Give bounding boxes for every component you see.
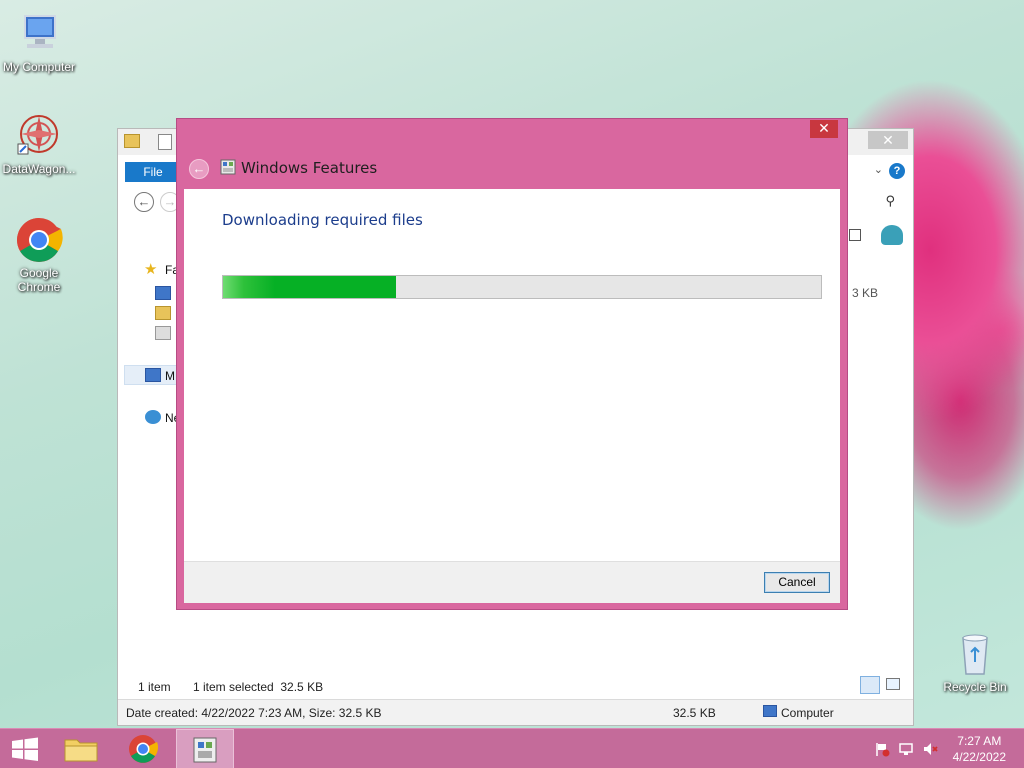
- desktop-icon-label: DataWagon...: [2, 162, 76, 176]
- ribbon-file-tab[interactable]: File: [125, 162, 181, 182]
- downloads-icon[interactable]: [155, 306, 171, 320]
- volume-muted-icon[interactable]: [922, 741, 938, 757]
- network-icon[interactable]: [898, 741, 914, 757]
- status-location: Computer: [781, 706, 834, 720]
- ribbon-expand-icon[interactable]: ⌄: [874, 163, 883, 176]
- properties-icon[interactable]: [158, 134, 172, 150]
- start-button[interactable]: [0, 729, 58, 768]
- datawagon-icon: [15, 112, 63, 160]
- explorer-status-bar: Date created: 4/22/2022 7:23 AM, Size: 3…: [118, 699, 913, 725]
- shell-icon: [881, 225, 903, 245]
- recycle-bin-icon: [951, 630, 999, 678]
- desktop-icon-my-computer[interactable]: My Computer: [0, 10, 78, 74]
- computer-icon: [15, 10, 63, 58]
- cancel-button[interactable]: Cancel: [764, 572, 830, 593]
- item-count: 1 item: [138, 680, 171, 694]
- back-arrow-icon[interactable]: ←: [134, 192, 154, 212]
- clock-time: 7:27 AM: [957, 734, 1002, 748]
- desktop-icon-recycle-bin[interactable]: Recycle Bin: [936, 630, 1014, 694]
- explorer-close-button[interactable]: ✕: [868, 131, 908, 149]
- selection-info: 1 item selected 32.5 KB: [193, 680, 324, 694]
- computer-small-icon: [145, 368, 161, 382]
- desktop-icon-label: My Computer: [2, 60, 76, 74]
- back-button[interactable]: ←: [189, 159, 209, 179]
- taskbar-google-chrome[interactable]: [114, 729, 172, 768]
- taskbar: 7:27 AM 4/22/2022: [0, 728, 1024, 768]
- large-icons-view-button[interactable]: [886, 678, 900, 690]
- desktop-icon-label: Google Chrome: [17, 266, 61, 294]
- taskbar-windows-features[interactable]: [176, 729, 234, 768]
- folder-icon: [124, 134, 140, 148]
- recent-places-icon[interactable]: [155, 326, 171, 340]
- status-details: Date created: 4/22/2022 7:23 AM, Size: 3…: [126, 706, 382, 720]
- desktop-icon-label: Recycle Bin: [943, 680, 1007, 694]
- details-view-button[interactable]: [860, 676, 880, 694]
- dialog-content: Downloading required files: [184, 189, 840, 561]
- dialog-title: Windows Features: [241, 159, 378, 177]
- network-icon: [145, 410, 161, 424]
- status-size: 32.5 KB: [673, 706, 716, 720]
- desktop-icon-google-chrome[interactable]: Google Chrome: [0, 216, 78, 294]
- action-center-flag-icon[interactable]: [874, 741, 890, 757]
- dialog-close-button[interactable]: ✕: [810, 120, 838, 138]
- folder-icon: [64, 739, 98, 762]
- clock-date: 4/22/2022: [952, 750, 1006, 764]
- windows-features-icon: [193, 737, 217, 763]
- dialog-heading: Downloading required files: [222, 211, 423, 229]
- system-clock[interactable]: 7:27 AM 4/22/2022: [953, 733, 1006, 765]
- chrome-icon: [15, 216, 63, 264]
- favorites-star-icon: ★: [144, 261, 158, 278]
- explorer-item-bar: 1 item 1 item selected 32.5 KB: [118, 675, 913, 697]
- windows-features-icon: [220, 159, 236, 175]
- computer-small-icon: [763, 705, 777, 717]
- progress-fill: [223, 276, 397, 298]
- windows-logo-icon: [12, 737, 38, 761]
- desktop-icon-small[interactable]: [155, 286, 171, 300]
- chrome-icon: [129, 735, 159, 763]
- help-icon[interactable]: ?: [889, 163, 905, 179]
- download-progress-bar: [222, 275, 822, 299]
- view-icon[interactable]: [849, 229, 861, 241]
- file-size-partial: 3 KB: [852, 286, 879, 300]
- windows-features-dialog[interactable]: ✕ ← Windows Features Downloading require…: [176, 118, 848, 610]
- sidebar-item-computer[interactable]: M: [165, 369, 175, 383]
- taskbar-file-explorer[interactable]: [52, 729, 110, 768]
- search-icon[interactable]: ⚲: [885, 193, 895, 209]
- desktop-icon-datawagon[interactable]: DataWagon...: [0, 112, 78, 176]
- dialog-footer: Cancel: [184, 561, 840, 603]
